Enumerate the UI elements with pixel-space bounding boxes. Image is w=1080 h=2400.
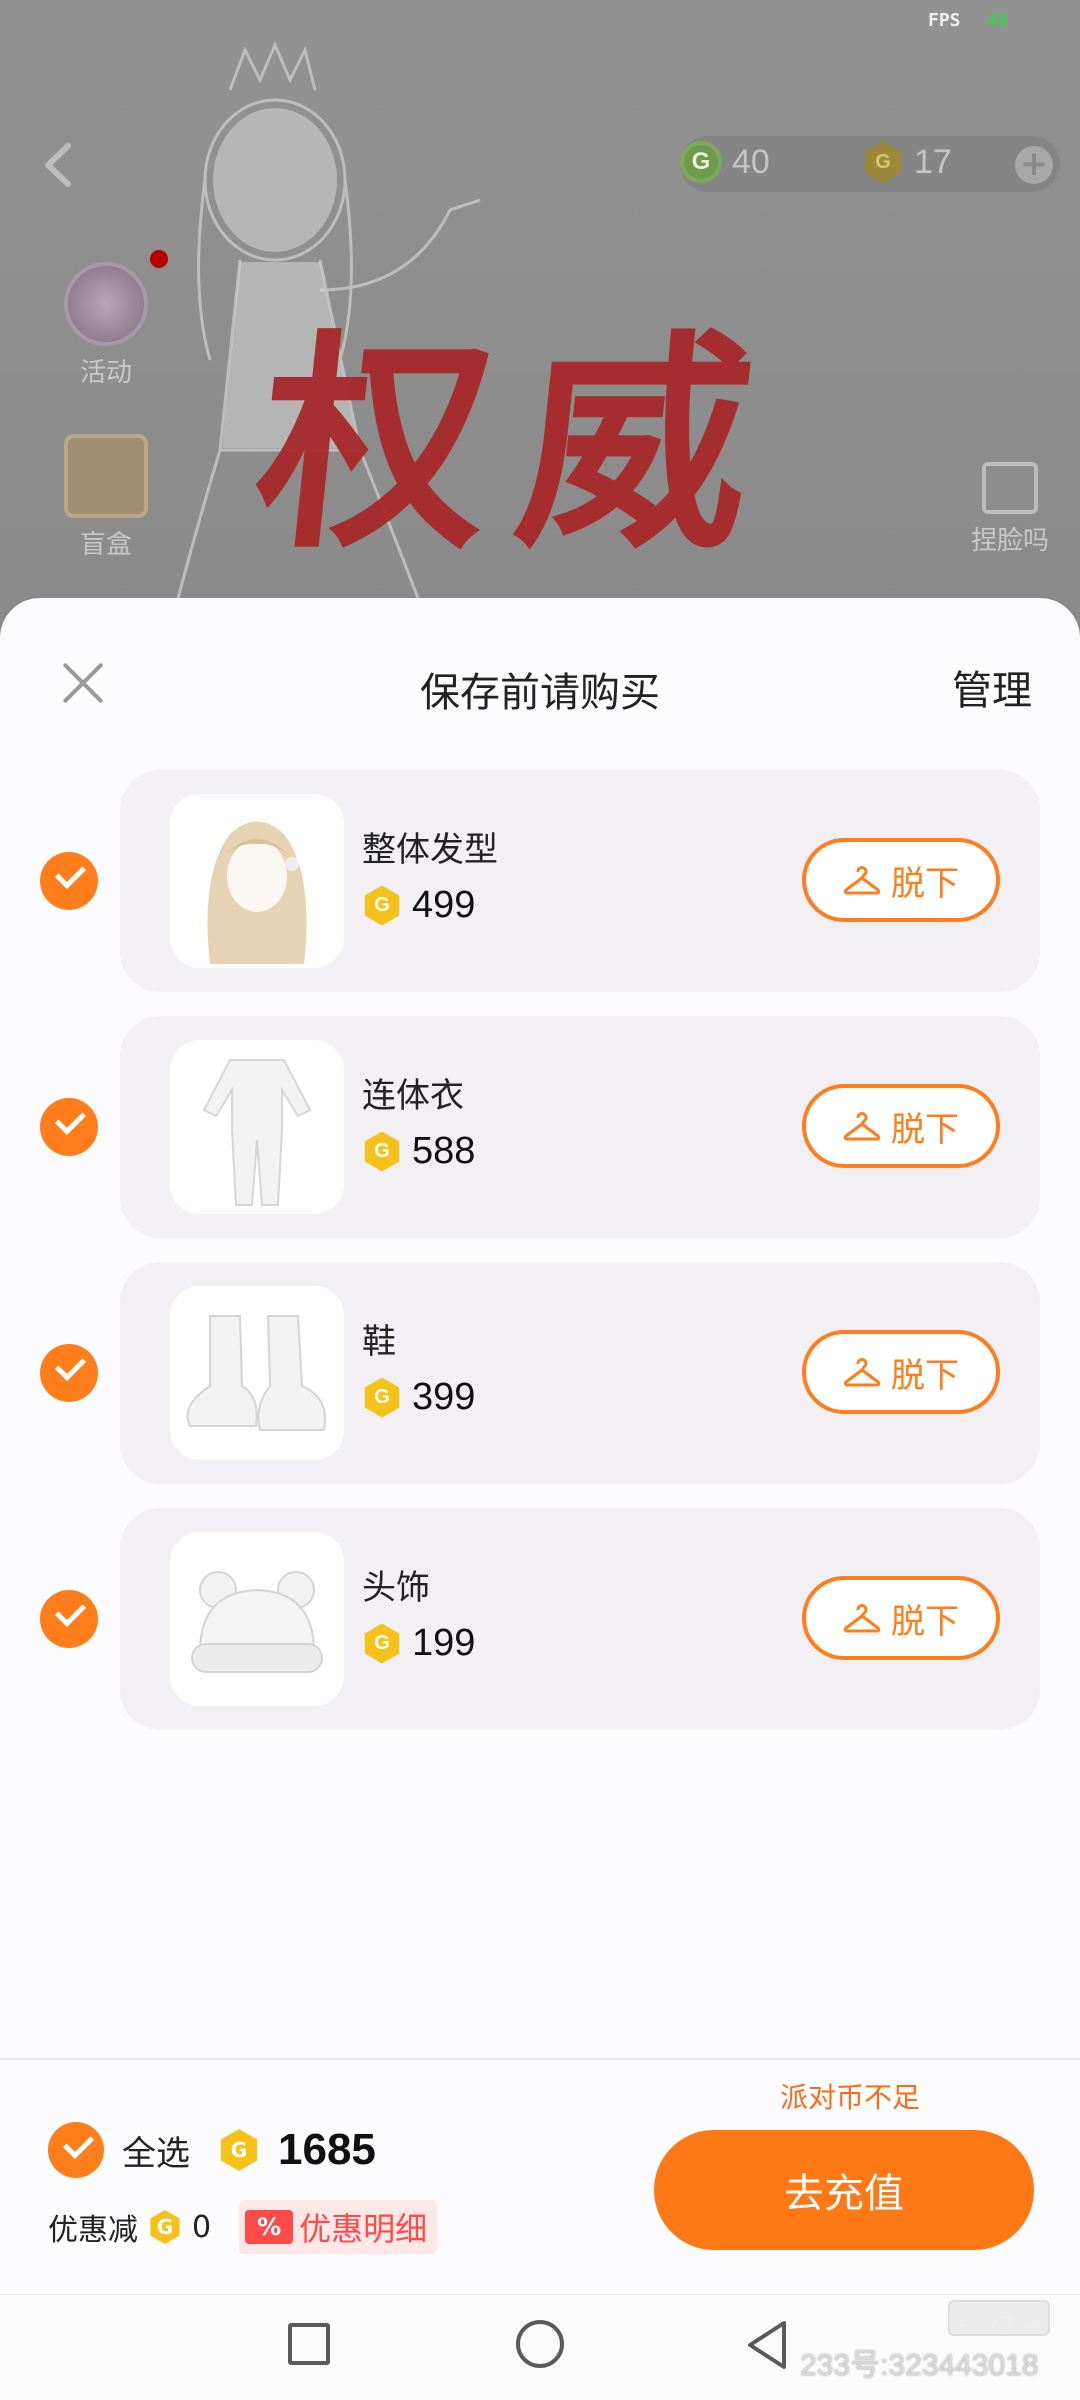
take-off-label: 脱下 xyxy=(891,863,959,904)
fps-counter: FPS 49 xyxy=(928,10,1008,31)
item-price-value: 199 xyxy=(412,1622,476,1664)
select-all-label[interactable]: 全选 xyxy=(122,2126,190,2175)
list-item: 鞋 G 399 脱下 xyxy=(0,1262,1080,1484)
item-name: 整体发型 xyxy=(362,830,498,870)
notification-dot xyxy=(150,250,168,268)
select-all-checkbox[interactable] xyxy=(48,2122,104,2178)
item-price: G 588 xyxy=(362,1130,475,1173)
face-edit-button[interactable]: 捏脸吗 xyxy=(955,462,1065,557)
g-currency-value: 40 xyxy=(732,142,770,181)
item-card[interactable]: 连体衣 G 588 脱下 xyxy=(120,1016,1040,1238)
hat-thumbnail xyxy=(170,1532,344,1706)
hair-thumbnail xyxy=(170,794,344,968)
fps-label: FPS xyxy=(928,10,961,31)
item-price-value: 588 xyxy=(412,1130,476,1172)
g-coin-icon: G xyxy=(680,141,722,183)
item-checkbox[interactable] xyxy=(40,852,98,910)
discount-label: 优惠减 xyxy=(48,2213,138,2248)
sheet-title: 保存前请购买 xyxy=(420,670,660,716)
coin-icon: G xyxy=(364,1131,400,1172)
back-arrow-icon[interactable] xyxy=(38,140,78,190)
fps-value: 49 xyxy=(986,10,1009,31)
star-icon xyxy=(64,262,148,346)
edit-icon xyxy=(982,462,1038,514)
take-off-button[interactable]: 脱下 xyxy=(802,838,1000,922)
shoes-thumbnail xyxy=(170,1286,344,1460)
discount-value: 0 xyxy=(192,2209,212,2245)
discount-detail-button[interactable]: % 优惠明细 xyxy=(239,2200,438,2254)
take-off-label: 脱下 xyxy=(891,1355,959,1396)
coin-icon: G xyxy=(150,2210,180,2244)
item-price-value: 499 xyxy=(412,884,476,926)
hanger-icon xyxy=(843,866,881,895)
list-item: 整体发型 G 499 脱下 xyxy=(0,770,1080,992)
hanger-icon xyxy=(843,1604,881,1633)
back-icon[interactable] xyxy=(744,2319,792,2371)
blindbox-label: 盲盒 xyxy=(79,530,132,560)
discount-detail-label: 优惠明细 xyxy=(299,2210,428,2248)
item-card[interactable]: 头饰 G 199 脱下 xyxy=(120,1508,1040,1730)
activity-label: 活动 xyxy=(79,358,132,388)
item-checkbox[interactable] xyxy=(40,1590,98,1648)
discount-row: 优惠减 G 0 % 优惠明细 xyxy=(48,2200,438,2254)
item-name: 鞋 xyxy=(362,1322,396,1362)
item-price: G 199 xyxy=(362,1622,475,1665)
party-coin-icon: G xyxy=(864,141,902,183)
item-checkbox[interactable] xyxy=(40,1344,98,1402)
watermark-id: 233号:323443018 xyxy=(800,2349,1039,2382)
item-price-value: 399 xyxy=(412,1376,476,1418)
hanger-icon xyxy=(843,1358,881,1387)
item-checkbox[interactable] xyxy=(40,1098,98,1156)
party-coin-currency: G 17 xyxy=(862,141,952,183)
select-all-row: 全选 G 1685 xyxy=(48,2122,376,2178)
take-off-button[interactable]: 脱下 xyxy=(802,1330,1000,1414)
take-off-label: 脱下 xyxy=(891,1109,959,1150)
party-coin-value: 17 xyxy=(914,142,952,181)
footer-divider xyxy=(0,2058,1080,2060)
coin-icon: G xyxy=(220,2129,258,2171)
item-name: 连体衣 xyxy=(362,1076,464,1116)
item-card[interactable]: 鞋 G 399 脱下 xyxy=(120,1262,1040,1484)
home-icon[interactable] xyxy=(516,2320,564,2368)
activity-button[interactable]: 活动 xyxy=(56,262,156,389)
item-price: G 399 xyxy=(362,1376,475,1419)
percent-icon: % xyxy=(245,2210,294,2244)
recent-apps-icon[interactable] xyxy=(288,2323,330,2365)
jumpsuit-thumbnail xyxy=(170,1040,344,1214)
list-item: 连体衣 G 588 脱下 xyxy=(0,1016,1080,1238)
manage-button[interactable]: 管理 xyxy=(952,658,1032,716)
coin-icon: G xyxy=(364,1623,400,1664)
list-item: 头饰 G 199 脱下 xyxy=(0,1508,1080,1730)
gift-box-icon xyxy=(64,434,148,518)
recharge-button[interactable]: 去充值 xyxy=(654,2130,1034,2250)
take-off-button[interactable]: 脱下 xyxy=(802,1084,1000,1168)
item-card[interactable]: 整体发型 G 499 脱下 xyxy=(120,770,1040,992)
take-off-label: 脱下 xyxy=(891,1601,959,1642)
coin-icon: G xyxy=(364,885,400,926)
take-off-button[interactable]: 脱下 xyxy=(802,1576,1000,1660)
game-scene: FPS 49 G 40 G 17 + 活动 盲盒 权威 捏脸吗 xyxy=(0,0,1080,640)
item-price: G 499 xyxy=(362,884,475,927)
add-currency-button[interactable]: + xyxy=(1015,146,1053,184)
watermark-logo: 233乐园 xyxy=(948,2300,1050,2336)
insufficient-coins-notice: 派对币不足 xyxy=(779,2081,920,2114)
g-currency: G 40 xyxy=(680,141,770,183)
item-name: 头饰 xyxy=(362,1568,430,1608)
blindbox-button[interactable]: 盲盒 xyxy=(56,434,156,561)
hanger-icon xyxy=(843,1112,881,1141)
face-edit-label: 捏脸吗 xyxy=(970,526,1049,556)
banner-title: 权威 xyxy=(245,310,795,580)
coin-icon: G xyxy=(364,1377,400,1418)
total-price: 1685 xyxy=(278,2125,376,2174)
